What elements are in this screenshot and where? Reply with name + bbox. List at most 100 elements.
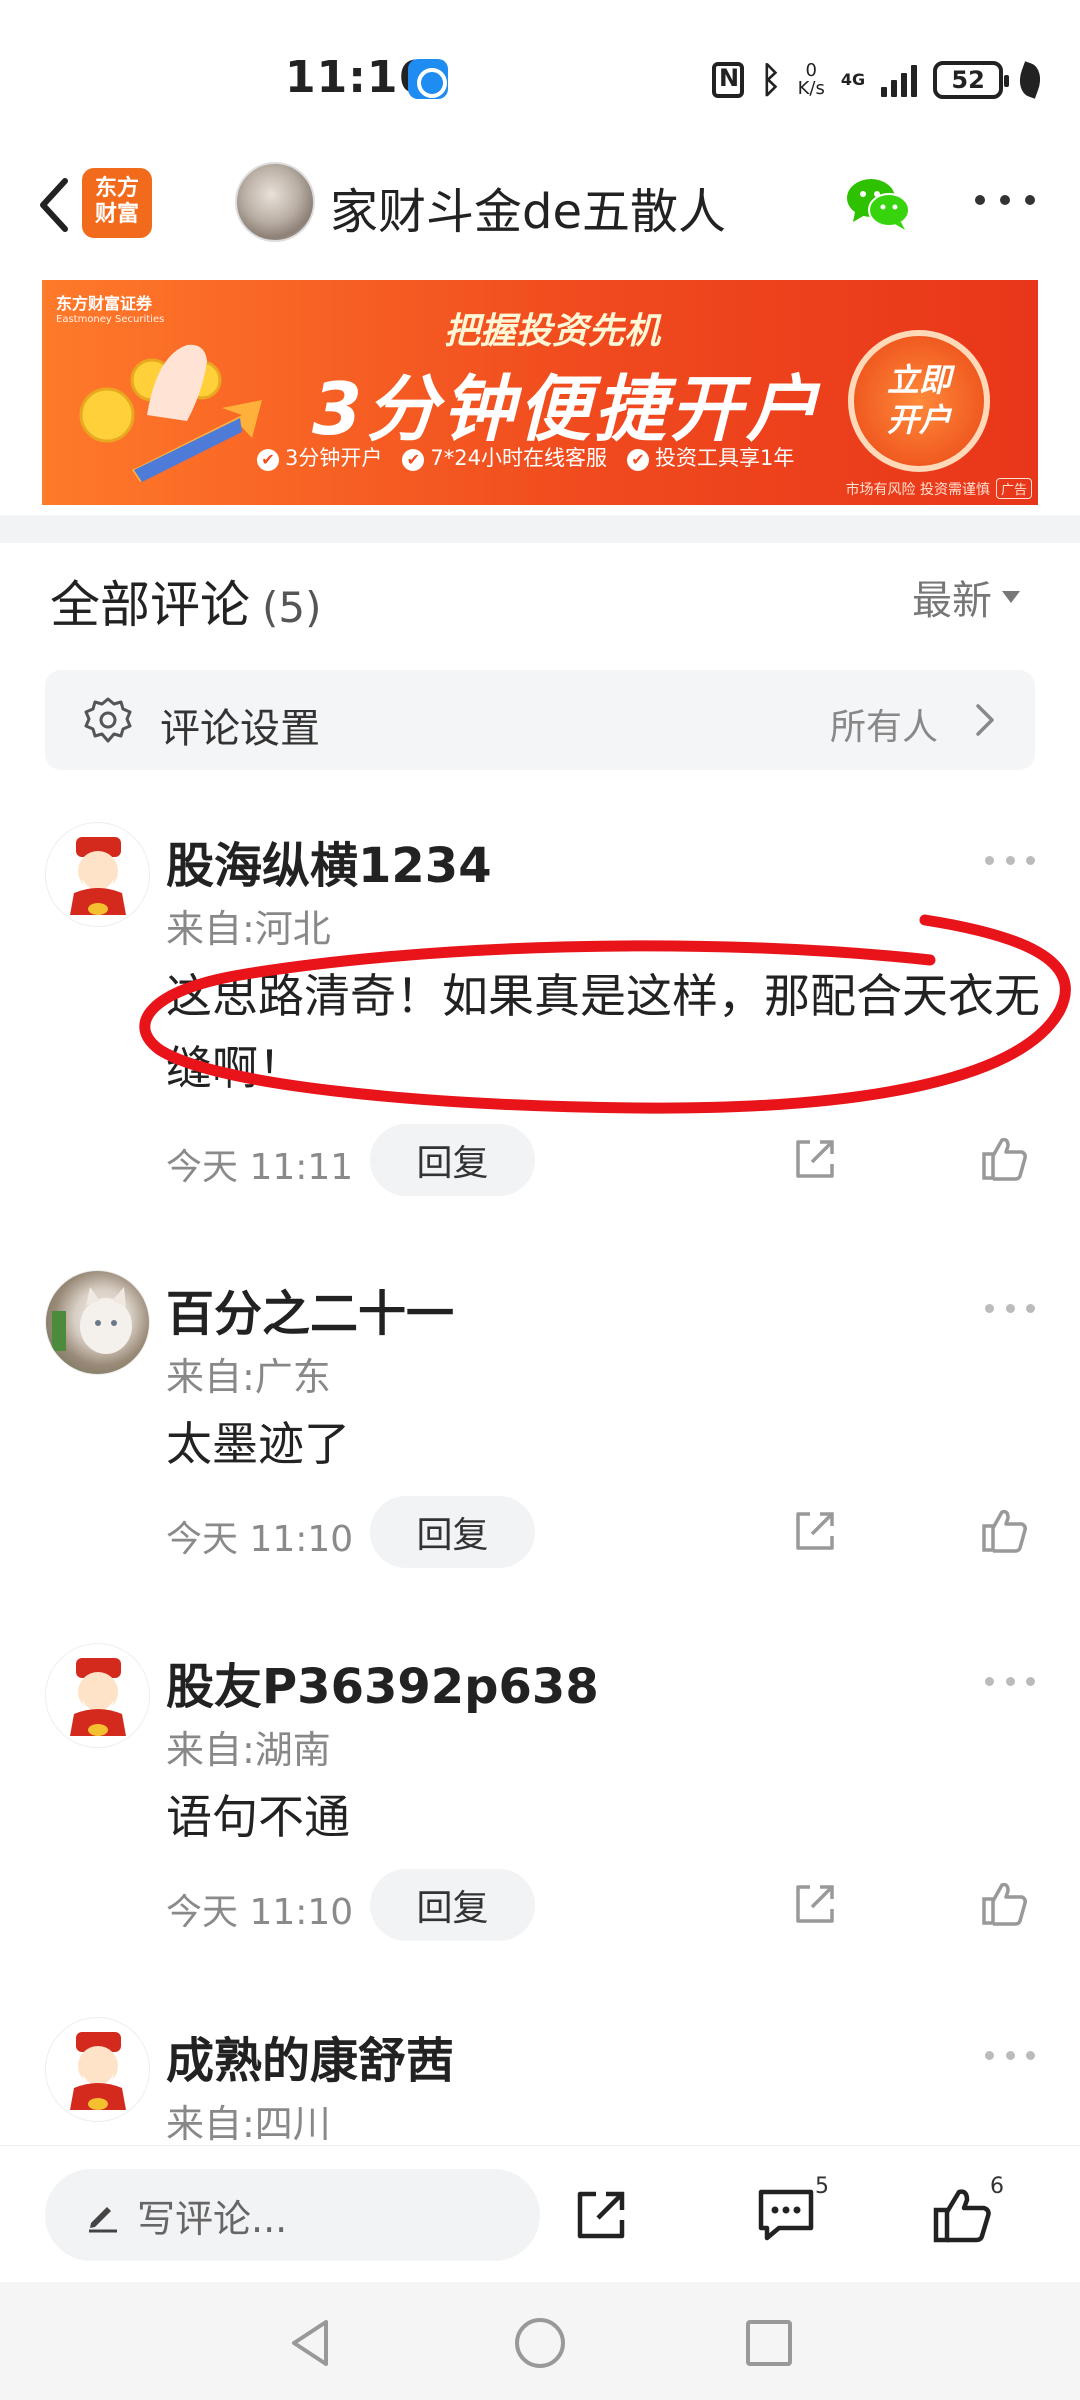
comment-time: 今天 11:10 <box>166 1519 354 1560</box>
commenter-avatar[interactable] <box>45 2017 150 2122</box>
caishen-avatar-icon <box>70 837 126 915</box>
network-speed: 0 K/s <box>798 62 825 98</box>
reply-button[interactable]: 回复 <box>370 1496 535 1568</box>
ad-feature: 投资工具享1年 <box>627 442 794 472</box>
dot-icon <box>1005 855 1015 865</box>
dot-icon <box>985 1676 994 1686</box>
author-avatar[interactable] <box>235 162 315 242</box>
like-count-badge: 6 <box>990 2174 1004 2199</box>
ad-open-account-button[interactable]: 立即 开户 <box>848 330 990 472</box>
bluetooth-icon: ᛒ <box>760 59 782 101</box>
dot-icon <box>1026 1676 1035 1686</box>
ad-disclaimer-text: 市场有风险 投资需谨慎 <box>845 481 990 498</box>
wechat-share-button[interactable] <box>845 176 911 232</box>
dot-icon <box>1005 1676 1015 1686</box>
ad-disclaimer: 市场有风险 投资需谨慎 广告 <box>846 478 1032 499</box>
share-icon[interactable] <box>790 1134 840 1184</box>
share-icon[interactable] <box>572 2186 630 2244</box>
ad-big-text: 3分钟便捷开户 <box>311 367 823 451</box>
bottom-action-bar: 写评论... 5 6 <box>0 2145 1080 2282</box>
commenter-avatar[interactable] <box>45 1270 150 1375</box>
commenter-name[interactable]: 股海纵横1234 <box>166 826 492 896</box>
reply-button[interactable]: 回复 <box>370 1124 535 1196</box>
nav-home-icon[interactable] <box>515 2318 565 2368</box>
commenter-avatar[interactable] <box>45 822 150 927</box>
status-icons: ᛒ 0 K/s 4G 52 <box>712 55 1046 105</box>
more-options-button[interactable] <box>975 180 1035 220</box>
comment-icon[interactable] <box>755 2186 817 2244</box>
comments-title-label: 全部评论 <box>50 576 250 634</box>
caishen-avatar-icon <box>70 1658 126 1736</box>
signal-icon <box>881 63 918 97</box>
thumbs-up-icon[interactable] <box>932 2186 994 2246</box>
ad-features: 3分钟开户 7*24小时在线客服 投资工具享1年 <box>257 442 794 472</box>
ad-cta-line1: 立即 <box>886 361 951 399</box>
wechat-icon <box>847 179 910 230</box>
comment-settings-label: 评论设置 <box>160 706 320 752</box>
comment-settings-row[interactable]: 评论设置 所有人 <box>45 670 1035 770</box>
thumbs-up-icon[interactable] <box>980 1879 1030 1929</box>
reply-button[interactable]: 回复 <box>370 1869 535 1941</box>
commenter-name[interactable]: 成熟的康舒茜 <box>166 2021 454 2091</box>
nfc-icon <box>712 62 744 98</box>
comment-settings-value: 所有人 <box>830 707 939 748</box>
comment-item: 股海纵横1234 来自:河北 这思路清奇！如果真是这样，那配合天衣无缝啊！ 今天… <box>0 822 1080 1196</box>
network-type: 4G <box>841 72 865 88</box>
battery-level: 52 <box>951 66 985 94</box>
back-button[interactable] <box>18 170 88 240</box>
gear-icon <box>84 697 132 743</box>
dot-icon <box>1000 195 1010 205</box>
comment-more-button[interactable] <box>985 1673 1035 1689</box>
chevron-right-icon <box>976 704 994 736</box>
comment-time: 今天 11:10 <box>166 1892 354 1933</box>
chevron-left-icon <box>40 178 68 232</box>
comment-text: 太墨迹了 <box>166 1417 350 1471</box>
notification-app-icon <box>408 59 448 99</box>
cat-photo-avatar <box>52 1287 132 1354</box>
nav-back-icon[interactable] <box>288 2318 332 2368</box>
commenter-avatar[interactable] <box>45 1643 150 1748</box>
comment-text: 这思路清奇！如果真是这样，那配合天衣无缝啊！ <box>166 969 1040 1095</box>
comments-title: 全部评论 (5) <box>50 565 322 637</box>
thumbs-up-icon[interactable] <box>980 1506 1030 1556</box>
ad-feature: 7*24小时在线客服 <box>402 442 607 472</box>
author-name[interactable]: 家财斗金de五散人 <box>330 172 726 242</box>
dot-icon <box>1026 1303 1035 1313</box>
ad-cta-line2: 开户 <box>886 401 951 439</box>
dot-icon <box>985 2050 994 2060</box>
comment-more-button[interactable] <box>985 1300 1035 1316</box>
hand-coins-illustration <box>79 344 262 482</box>
ad-banner[interactable]: 东方财富证券 Eastmoney Securities 把握投资先机 3分钟便捷… <box>42 280 1038 505</box>
top-nav-bar: 东方 财富 家财斗金de五散人 <box>0 150 1080 270</box>
dot-icon <box>985 855 994 865</box>
write-comment-placeholder: 写评论... <box>137 2196 288 2241</box>
section-divider <box>0 515 1080 543</box>
comment-count-badge: 5 <box>815 2174 829 2199</box>
commenter-location: 来自:湖南 <box>166 1728 331 1772</box>
nav-recent-apps-icon[interactable] <box>746 2320 792 2366</box>
network-type-label: 4G <box>840 70 866 89</box>
share-icon[interactable] <box>790 1506 840 1556</box>
comment-more-button[interactable] <box>985 2047 1035 2063</box>
app-logo-line2: 财富 <box>94 202 139 227</box>
comment-item: 股友P36392p638 来自:湖南 语句不通 今天 11:10 回复 <box>0 1643 1080 2003</box>
dot-icon <box>1005 1303 1015 1313</box>
commenter-name[interactable]: 股友P36392p638 <box>166 1647 599 1717</box>
thumbs-up-icon[interactable] <box>980 1134 1030 1184</box>
comments-count: (5) <box>262 583 322 632</box>
commenter-location: 来自:河北 <box>166 907 331 951</box>
share-icon[interactable] <box>790 1879 840 1929</box>
caishen-avatar-icon <box>70 2032 126 2110</box>
commenter-name[interactable]: 百分之二十一 <box>166 1274 454 1344</box>
sort-dropdown[interactable]: 最新 <box>912 568 1020 626</box>
power-saving-icon <box>1014 61 1046 99</box>
comment-time: 今天 11:11 <box>166 1147 354 1188</box>
dot-icon <box>1026 855 1035 865</box>
comment-more-button[interactable] <box>985 852 1035 868</box>
app-logo[interactable]: 东方 财富 <box>82 168 152 238</box>
dot-icon <box>1005 2050 1015 2060</box>
comment-item: 百分之二十一 来自:广东 太墨迹了 今天 11:10 回复 <box>0 1270 1080 1630</box>
commenter-location: 来自:广东 <box>166 1355 331 1399</box>
write-comment-input[interactable]: 写评论... <box>45 2169 540 2261</box>
dot-icon <box>975 195 985 205</box>
